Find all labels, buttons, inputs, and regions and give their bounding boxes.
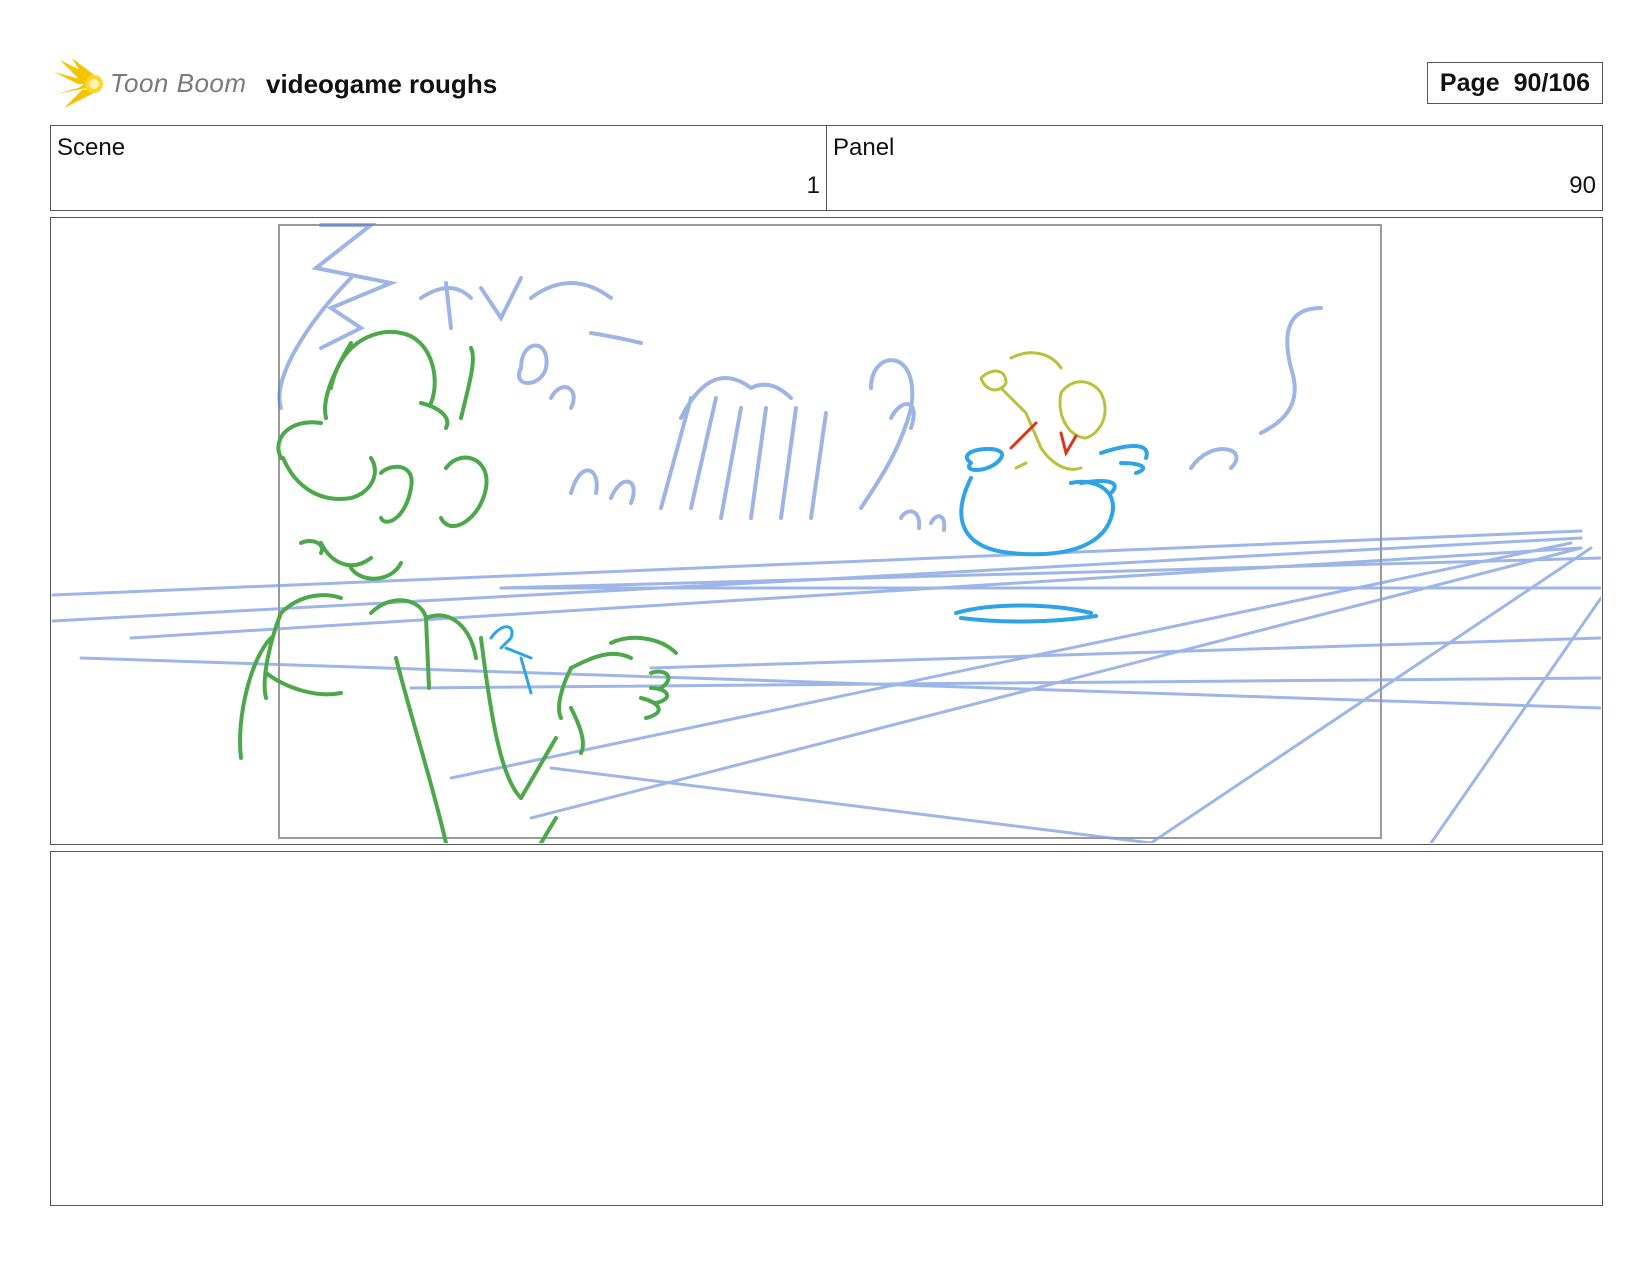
page-label: Page: [1439, 69, 1500, 97]
panel-value: 90: [1569, 172, 1596, 199]
page-header: Toon Boom videogame roughs Page 90/106: [54, 58, 1604, 110]
scene-panel-info: Scene 1 Panel 90: [50, 125, 1603, 211]
page-number: 90/106: [1513, 69, 1591, 97]
hand-accent-sketch: [489, 625, 533, 695]
panel-label: Panel: [833, 134, 895, 161]
perspective-grid: [51, 529, 1601, 843]
panel-cell: Panel 90: [826, 126, 1602, 210]
starburst-logo-icon: [54, 58, 104, 108]
scene-label: Scene: [57, 134, 126, 161]
camera-frame: [278, 224, 1382, 839]
brand-name: Toon Boom: [110, 68, 247, 98]
storyboard-panel: [50, 217, 1603, 845]
panel-notes-area: [50, 851, 1603, 1206]
panel-sketch: [51, 223, 1601, 843]
scene-value: 1: [806, 172, 820, 199]
project-title: videogame roughs: [266, 69, 498, 99]
vehicle-sketch: [954, 444, 1149, 624]
page-indicator: Page 90/106: [1427, 62, 1603, 104]
scene-cell: Scene 1: [51, 126, 826, 210]
